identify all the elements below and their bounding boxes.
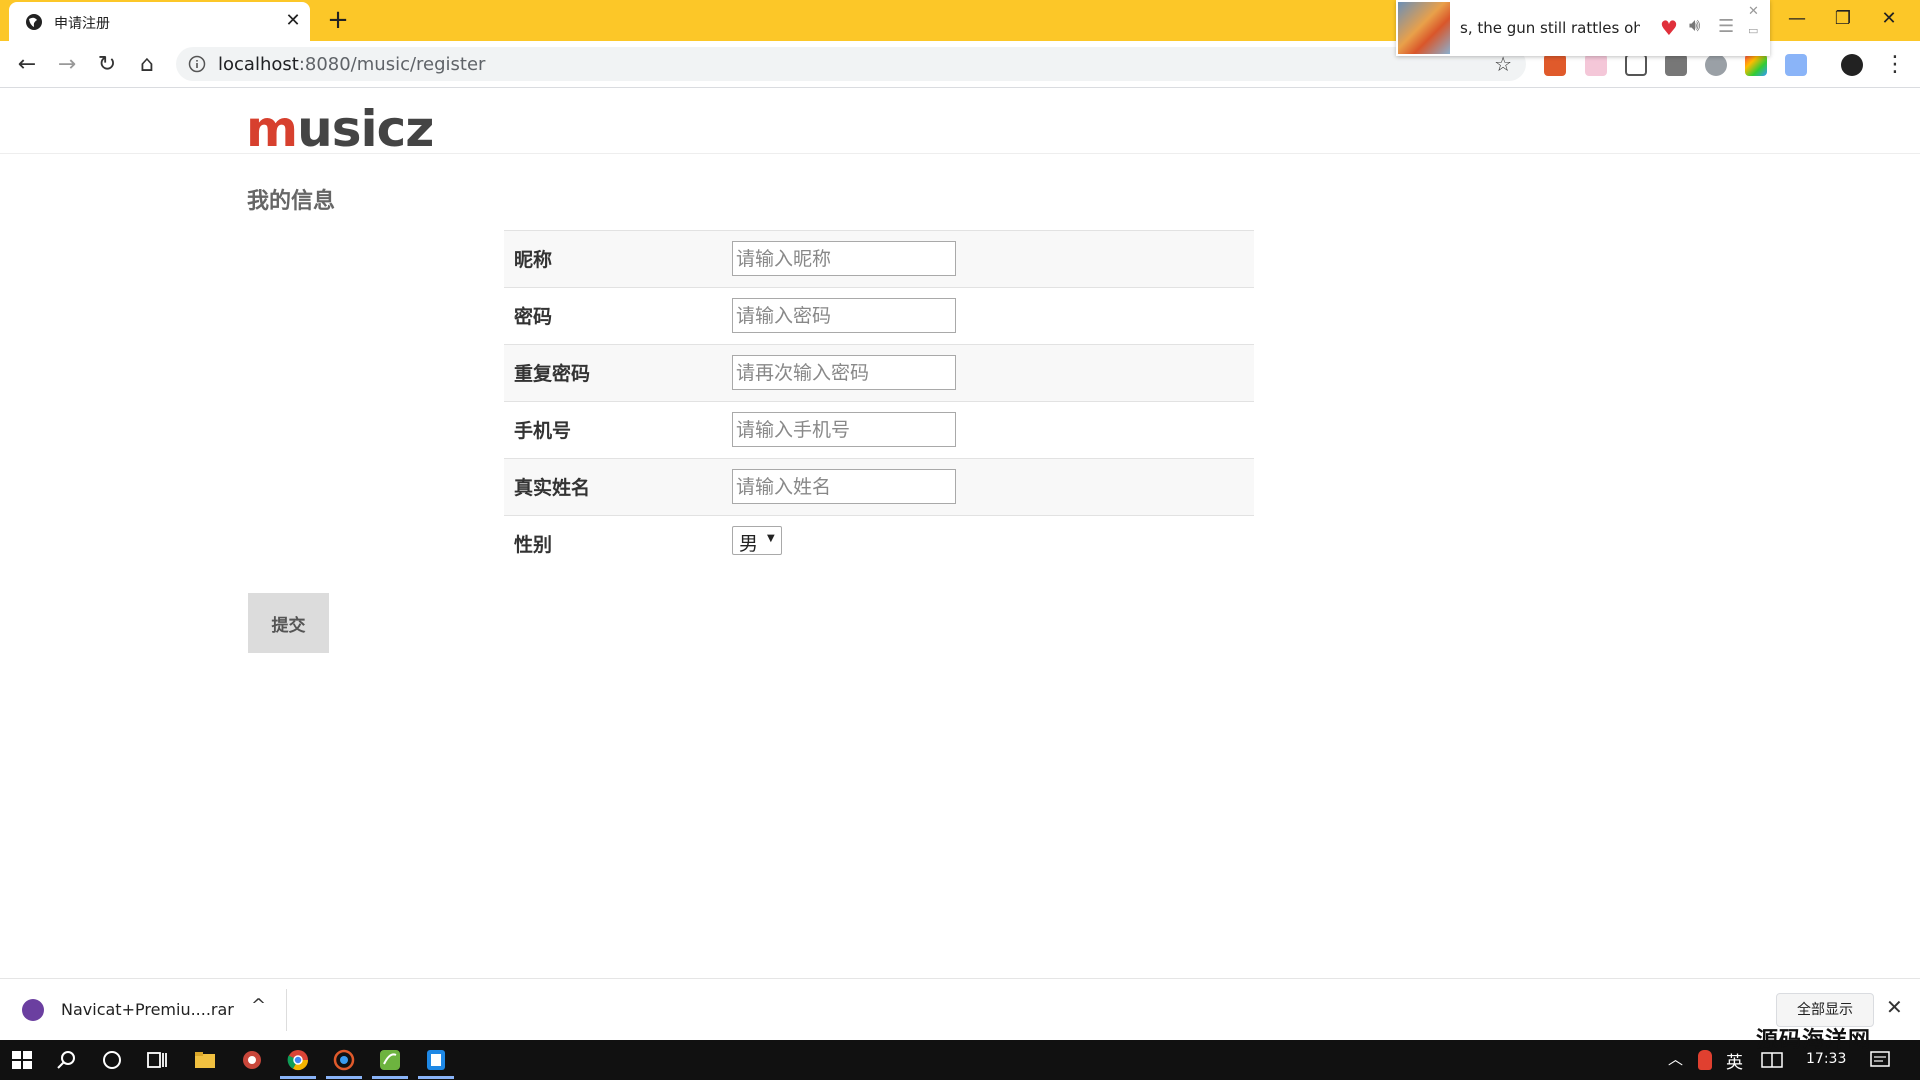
notification-icon[interactable]	[1868, 1048, 1892, 1072]
color-extension-icon[interactable]	[1745, 54, 1767, 76]
active-indicator	[418, 1076, 454, 1079]
realname-label: 真实姓名	[514, 477, 591, 499]
phone-input[interactable]	[732, 412, 956, 447]
globe-icon	[26, 14, 42, 30]
playlist-icon[interactable]: ☰	[1718, 16, 1734, 37]
extension-icon[interactable]	[1585, 54, 1607, 76]
nickname-input[interactable]	[732, 241, 956, 276]
divider	[286, 989, 287, 1031]
forward-icon[interactable]: →	[52, 50, 82, 80]
active-indicator	[326, 1076, 362, 1079]
music-mini-player: s, the gun still rattles ohh ♥ 🔊︎ ☰ ✕ ▭	[1396, 0, 1770, 56]
file-explorer-icon[interactable]	[193, 1048, 217, 1072]
tab-register[interactable]: 申请注册 ✕	[9, 2, 310, 41]
ime-indicator[interactable]: 英	[1726, 1048, 1743, 1073]
player-song-title: s, the gun still rattles ohh	[1460, 19, 1640, 37]
help-extension-icon[interactable]	[1705, 54, 1727, 76]
repeat-password-label: 重复密码	[514, 363, 591, 385]
phone-label: 手机号	[514, 420, 572, 442]
download-file-name[interactable]: Navicat+Premiu....rar	[61, 1000, 234, 1019]
active-indicator	[280, 1076, 316, 1079]
back-icon[interactable]: ←	[12, 50, 42, 80]
new-tab-button[interactable]: +	[325, 7, 351, 34]
register-form: 昵称 密码 重复密码 手机号 真实姓名 性别 男 ▼	[504, 230, 1254, 572]
windows-taskbar: ︿ 英 17:33	[0, 1040, 1920, 1080]
player-minimize-icon[interactable]: ▭	[1748, 24, 1758, 37]
heart-icon[interactable]: ♥	[1660, 16, 1678, 40]
form-row-repeat-password: 重复密码	[504, 344, 1254, 401]
info-icon[interactable]	[188, 55, 206, 73]
tray-expand-icon[interactable]: ︿	[1668, 1048, 1683, 1069]
watermark-text: 源码海洋网	[1756, 1028, 1872, 1053]
editor-icon[interactable]	[424, 1048, 448, 1072]
archive-file-icon	[22, 999, 44, 1021]
form-row-gender: 性别 男 ▼	[504, 515, 1254, 572]
nickname-label: 昵称	[514, 249, 553, 271]
address-bar[interactable]: localhost:8080/music/register ☆	[176, 47, 1526, 81]
task-view-icon[interactable]	[145, 1048, 169, 1072]
download-bar: Navicat+Premiu....rar ^ 全部显示 ✕	[0, 978, 1920, 1040]
restore-icon[interactable]: ❐	[1820, 4, 1866, 34]
spring-tool-icon[interactable]	[378, 1048, 402, 1072]
windows-start-icon[interactable]	[10, 1048, 34, 1072]
menu-icon[interactable]: ⋮	[1880, 50, 1910, 80]
gender-label: 性别	[514, 534, 553, 556]
form-row-nickname: 昵称	[504, 230, 1254, 287]
password-label: 密码	[514, 306, 553, 328]
album-cover	[1398, 2, 1450, 54]
extension-icon[interactable]	[1785, 54, 1807, 76]
url-text: localhost:8080/music/register	[218, 54, 486, 75]
form-row-password: 密码	[504, 287, 1254, 344]
player-close-icon[interactable]: ✕	[1748, 4, 1759, 19]
submit-button[interactable]: 提交	[248, 593, 329, 653]
home-icon[interactable]: ⌂	[132, 50, 162, 80]
tab-title: 申请注册	[54, 16, 110, 32]
site-header: musicz	[0, 89, 1920, 154]
window-close-icon[interactable]: ✕	[1866, 4, 1912, 34]
reload-icon[interactable]: ↻	[92, 50, 122, 80]
password-input[interactable]	[732, 298, 956, 333]
active-indicator	[372, 1076, 408, 1079]
chevron-up-icon[interactable]: ^	[251, 995, 266, 1016]
extension-icon[interactable]	[1665, 54, 1687, 76]
chrome-icon[interactable]	[286, 1048, 310, 1072]
chevron-down-icon: ▼	[767, 533, 775, 544]
close-icon[interactable]: ✕	[283, 11, 303, 31]
search-icon[interactable]	[55, 1048, 79, 1072]
tray-app-icon[interactable]	[1698, 1050, 1712, 1070]
site-logo[interactable]: musicz	[246, 104, 434, 154]
extension-icon[interactable]	[1544, 54, 1566, 76]
bookmark-icon[interactable]	[1625, 54, 1647, 76]
form-row-phone: 手机号	[504, 401, 1254, 458]
gender-selected-value: 男	[739, 533, 759, 555]
download-bar-close-icon[interactable]: ✕	[1886, 995, 1903, 1019]
minimize-icon[interactable]: —	[1774, 4, 1820, 34]
cortana-icon[interactable]	[100, 1048, 124, 1072]
realname-input[interactable]	[732, 469, 956, 504]
app-icon[interactable]	[240, 1048, 264, 1072]
repeat-password-input[interactable]	[732, 355, 956, 390]
profile-avatar[interactable]	[1841, 54, 1863, 76]
page-title: 我的信息	[247, 189, 336, 214]
app-icon[interactable]	[332, 1048, 356, 1072]
form-row-realname: 真实姓名	[504, 458, 1254, 515]
gender-select[interactable]: 男 ▼	[732, 526, 782, 555]
volume-icon[interactable]: 🔊︎	[1689, 15, 1700, 36]
